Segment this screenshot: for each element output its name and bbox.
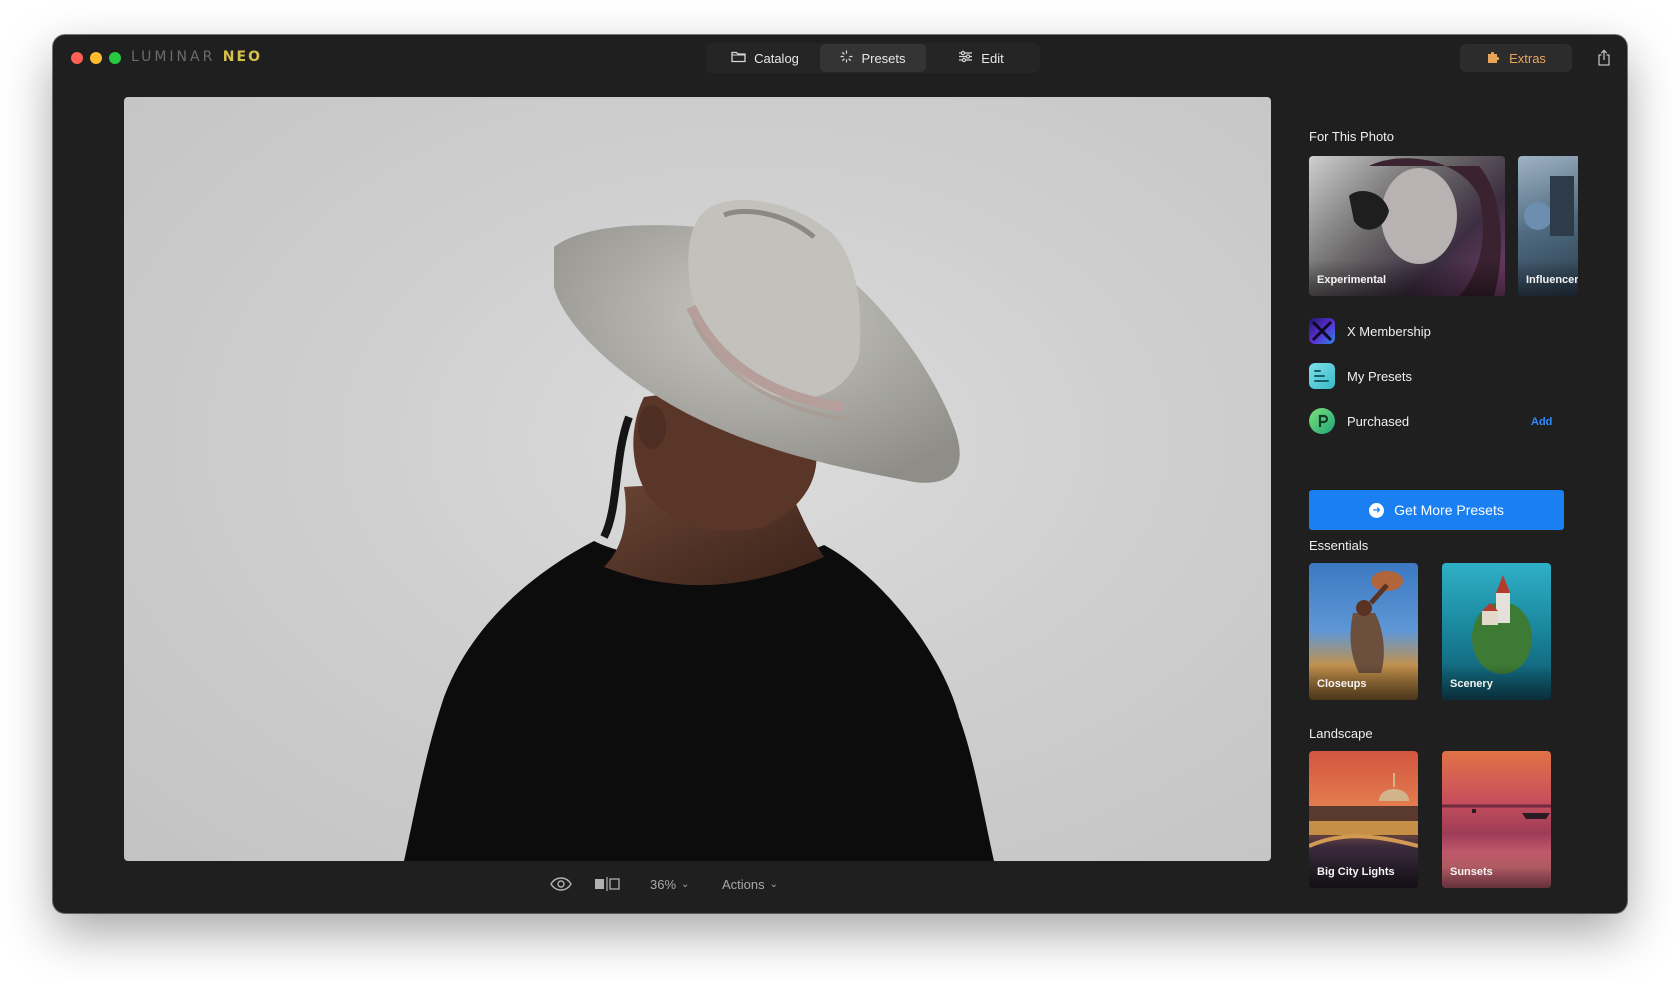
actions-dropdown[interactable]: Actions ⌄ — [722, 877, 778, 892]
essentials-title: Essentials — [1309, 538, 1369, 553]
puzzle-icon — [1486, 49, 1501, 67]
my-presets-icon — [1309, 363, 1335, 389]
extras-button[interactable]: Extras — [1460, 44, 1572, 72]
portrait-photo — [404, 200, 994, 861]
window-controls — [71, 52, 121, 64]
folder-icon — [731, 50, 746, 66]
arrow-right-icon: ➜ — [1369, 502, 1385, 518]
sliders-icon — [958, 50, 973, 66]
add-purchased-link[interactable]: Add — [1531, 416, 1552, 428]
menu-purchased[interactable]: Purchased — [1309, 407, 1564, 435]
landscape-title: Landscape — [1309, 726, 1373, 741]
zoom-window-button[interactable] — [109, 52, 121, 64]
preset-card-influencer[interactable]: Influencer — [1518, 156, 1578, 296]
for-this-photo-title: For This Photo — [1309, 129, 1395, 144]
minimize-window-button[interactable] — [90, 52, 102, 64]
tab-edit[interactable]: Edit — [926, 44, 1036, 72]
eye-icon[interactable] — [550, 877, 572, 891]
share-icon[interactable] — [1593, 46, 1615, 68]
get-more-presets-button[interactable]: ➜ Get More Presets — [1309, 490, 1564, 530]
preset-card-sunsets[interactable]: Sunsets — [1442, 751, 1551, 888]
close-window-button[interactable] — [71, 52, 83, 64]
app-logo: LUMINAR NEO — [131, 49, 262, 65]
presets-panel: For This Photo Experimental Influencer X… — [1293, 79, 1627, 913]
compare-icon[interactable] — [594, 877, 620, 891]
x-membership-icon — [1309, 318, 1335, 344]
photo-canvas[interactable] — [124, 97, 1271, 861]
zoom-dropdown[interactable]: 36% ⌄ — [650, 877, 689, 892]
chevron-down-icon: ⌄ — [681, 879, 690, 890]
title-bar: LUMINAR NEO Catalog Presets Edit Extras — [53, 35, 1627, 79]
preset-card-scenery[interactable]: Scenery — [1442, 563, 1551, 700]
app-window: LUMINAR NEO Catalog Presets Edit Extras … — [53, 35, 1627, 913]
purchased-icon — [1309, 408, 1335, 434]
preset-card-experimental[interactable]: Experimental — [1309, 156, 1505, 296]
sparkle-icon — [840, 50, 854, 66]
bottom-toolbar: 36% ⌄ Actions ⌄ — [53, 867, 1343, 907]
tab-presets[interactable]: Presets — [820, 44, 926, 72]
tab-catalog[interactable]: Catalog — [710, 44, 820, 72]
mode-tabs: Catalog Presets Edit — [706, 43, 1040, 73]
preset-card-big-city-lights[interactable]: Big City Lights — [1309, 751, 1418, 888]
chevron-down-icon: ⌄ — [769, 879, 779, 890]
menu-x-membership[interactable]: X Membership — [1309, 317, 1564, 345]
preset-card-closeups[interactable]: Closeups — [1309, 563, 1418, 700]
menu-my-presets[interactable]: My Presets — [1309, 362, 1564, 390]
